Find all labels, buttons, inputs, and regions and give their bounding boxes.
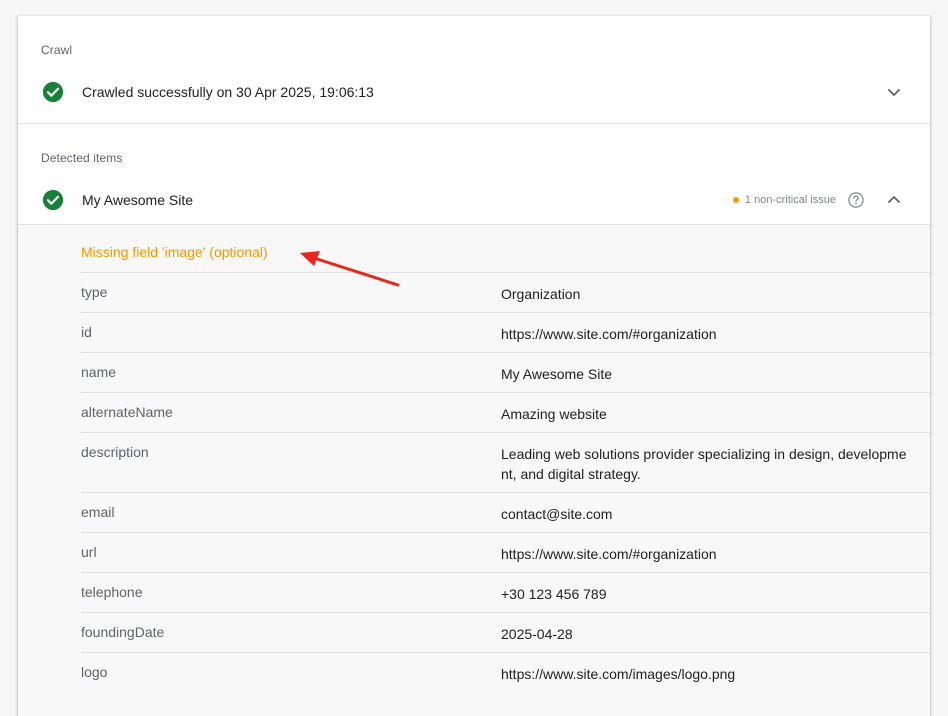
property-value: https://www.site.com/#organization — [501, 326, 717, 342]
property-value: My Awesome Site — [501, 366, 613, 382]
check-circle-icon — [42, 189, 64, 211]
property-value: 2025-04-28 — [501, 626, 573, 642]
property-value: Leading web solutions provider specializ… — [501, 446, 907, 482]
property-value: +30 123 456 789 — [501, 586, 607, 602]
property-key: url — [81, 544, 97, 560]
detected-items-section-label: Detected items — [41, 151, 123, 165]
table-row: alternateName Amazing website — [81, 392, 930, 432]
property-key: foundingDate — [81, 624, 165, 640]
property-value: Amazing website — [501, 406, 607, 422]
issue-badge: 1 non-critical issue — [732, 194, 836, 206]
table-row: url https://www.site.com/#organization — [81, 532, 930, 572]
property-key: description — [81, 444, 149, 460]
chevron-up-icon[interactable] — [882, 188, 906, 212]
table-row: logo https://www.site.com/images/logo.pn… — [81, 652, 930, 692]
crawl-section-label: Crawl — [41, 43, 73, 57]
crawl-status-row[interactable]: Crawled successfully on 30 Apr 2025, 19:… — [18, 72, 930, 112]
table-row: name My Awesome Site — [81, 352, 930, 392]
warning-dot-icon — [732, 197, 739, 203]
property-key: logo — [81, 664, 108, 680]
property-value: https://www.site.com/#organization — [501, 546, 717, 562]
property-key: id — [81, 324, 92, 340]
property-value: https://www.site.com/images/logo.png — [501, 666, 736, 682]
property-key: email — [81, 504, 115, 520]
issue-count-text: 1 non-critical issue — [744, 194, 836, 206]
section-divider — [18, 123, 930, 124]
missing-field-warning[interactable]: Missing field 'image' (optional) — [81, 244, 268, 260]
property-key: alternateName — [81, 404, 173, 420]
table-row: type Organization — [81, 272, 930, 312]
table-row: telephone +30 123 456 789 — [81, 572, 930, 612]
detected-item-title: My Awesome Site — [82, 192, 194, 208]
property-value: contact@site.com — [501, 506, 613, 522]
chevron-down-icon[interactable] — [882, 80, 906, 104]
property-key: name — [81, 364, 117, 380]
crawl-status-text: Crawled successfully on 30 Apr 2025, 19:… — [82, 84, 374, 100]
property-value: Organization — [501, 286, 581, 302]
rich-results-card: Crawl Crawled successfully on 30 Apr 202… — [18, 16, 930, 716]
property-key: type — [81, 284, 108, 300]
property-key: telephone — [81, 584, 143, 600]
table-row: email contact@site.com — [81, 492, 930, 532]
item-detail-panel: Missing field 'image' (optional) type Or… — [18, 224, 930, 716]
table-row: id https://www.site.com/#organization — [81, 312, 930, 352]
property-table: type Organization id https://www.site.co… — [81, 272, 930, 692]
check-circle-icon — [42, 81, 64, 103]
table-row: description Leading web solutions provid… — [81, 432, 930, 492]
help-circle-icon[interactable] — [847, 191, 865, 209]
table-row: foundingDate 2025-04-28 — [81, 612, 930, 652]
detected-item-row[interactable]: My Awesome Site 1 non-critical issue — [18, 180, 930, 220]
